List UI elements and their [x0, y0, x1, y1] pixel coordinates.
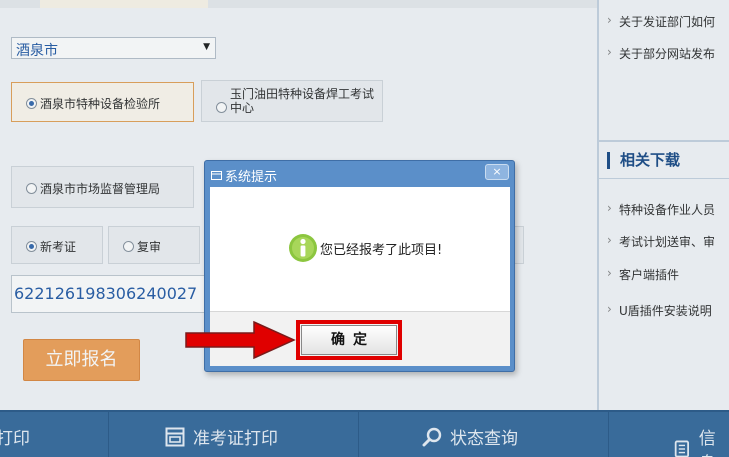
- ok-button[interactable]: 确定: [301, 325, 397, 355]
- dialog-message-row: 您已经报考了此项目!: [288, 233, 442, 263]
- red-arrow: [185, 320, 296, 360]
- dialog-titlebar: 系统提示: [211, 166, 277, 185]
- dialog-body: 您已经报考了此项目!: [210, 187, 510, 311]
- dialog-message: 您已经报考了此项目!: [320, 242, 443, 258]
- info-icon: [289, 234, 317, 262]
- dialog-title: 系统提示: [225, 170, 278, 185]
- window-icon: [211, 171, 222, 180]
- close-button[interactable]: ×: [485, 164, 509, 180]
